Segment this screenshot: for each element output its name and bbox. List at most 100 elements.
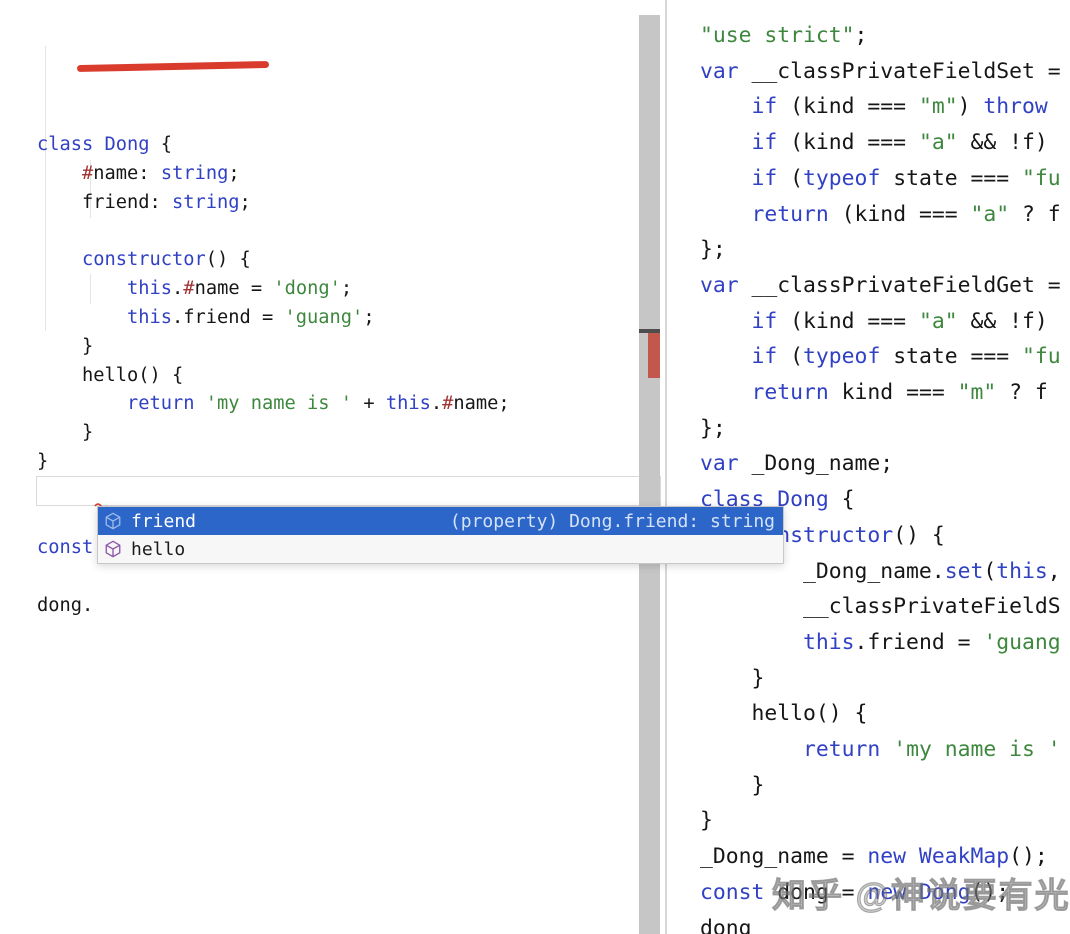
code-token: "a" — [918, 308, 958, 334]
suggest-widget: friend (property) Dong.friend: string he… — [97, 506, 784, 564]
code-token: ? f — [996, 380, 1048, 406]
compiled-js-editor-pane[interactable]: "use strict"; var __classPrivateFieldSet … — [666, 0, 1070, 934]
code-token: ; — [854, 23, 868, 48]
code-token: () { — [205, 249, 251, 271]
code-line: } — [37, 333, 639, 362]
code-token: dong — [700, 915, 752, 934]
code-token: .friend = — [172, 306, 285, 328]
code-token: ? f — [1009, 201, 1061, 227]
code-token: hello() { — [37, 364, 184, 386]
code-token: ) — [957, 94, 984, 120]
code-token: 'my name is ' — [205, 393, 353, 415]
code-token: : — [138, 162, 161, 184]
code-token: { — [149, 134, 173, 156]
code-token: ; — [239, 191, 251, 213]
code-token: typeof — [803, 165, 881, 191]
code-token: }; — [700, 415, 726, 441]
code-token: if — [751, 308, 778, 334]
code-line: "use strict"; — [700, 18, 1070, 54]
code-token: "a" — [918, 130, 958, 156]
code-token: && !f) — [957, 308, 1048, 334]
code-token: ( — [777, 165, 804, 191]
suggest-label: friend — [131, 510, 197, 532]
code-token: } — [700, 772, 765, 798]
code-token: "fu — [1022, 344, 1061, 370]
code-token: (kind === — [777, 308, 919, 334]
suggest-item-friend[interactable]: friend (property) Dong.friend: string — [98, 507, 783, 535]
code-token: var — [700, 58, 739, 84]
code-token: && !f) — [957, 130, 1048, 156]
code-line: this.#name = 'dong'; — [37, 275, 639, 304]
code-token: # — [442, 393, 454, 415]
code-token: new Dong — [867, 879, 971, 905]
code-token: friend: — [37, 191, 173, 213]
code-line: friend: string; — [37, 189, 639, 218]
code-token: 'guang' — [284, 306, 364, 328]
field-icon — [104, 512, 122, 530]
code-token: return — [751, 201, 829, 227]
code-token: ; — [363, 306, 375, 328]
code-token: () { — [893, 522, 945, 548]
code-token: this — [127, 278, 173, 300]
code-token: typeof — [803, 344, 881, 370]
code-line: this.friend = 'guang'; — [37, 304, 639, 333]
typescript-editor-pane[interactable]: class Dong { #name: string; friend: stri… — [0, 0, 639, 934]
code-token: = — [239, 278, 274, 300]
editor-scrollbar[interactable] — [639, 15, 660, 934]
code-token: name — [194, 278, 240, 300]
code-token: if — [751, 94, 778, 120]
code-line: if (typeof state === "fu — [700, 339, 1070, 375]
suggest-label: hello — [131, 538, 186, 560]
code-line: return kind === "m" ? f — [700, 375, 1070, 411]
code-token: return — [751, 380, 829, 406]
code-token: class Dong — [37, 134, 150, 156]
code-token: (kind === — [828, 201, 971, 227]
scrollbar-error-marker — [648, 333, 660, 378]
code-token: (); — [1009, 844, 1048, 870]
code-token: (kind === — [777, 130, 919, 156]
code-token: # — [183, 278, 195, 300]
code-token: this — [996, 558, 1048, 584]
suggest-item-hello[interactable]: hello — [98, 535, 783, 563]
code-token: # — [82, 162, 94, 184]
code-token: } — [37, 422, 94, 444]
code-token: }; — [700, 237, 726, 263]
code-token: return — [803, 737, 881, 763]
code-token: __classPrivateFieldGet = — [738, 272, 1061, 298]
code-line: return (kind === "a" ? f — [700, 197, 1070, 233]
code-token: new WeakMap — [867, 844, 1010, 870]
code-token: } — [700, 808, 713, 834]
code-token: if — [751, 130, 778, 156]
code-token: __classPrivateFieldS — [700, 594, 1061, 620]
code-line: if (kind === "a" && !f) — [700, 125, 1070, 161]
code-line: __classPrivateFieldS — [700, 589, 1070, 625]
code-token: state === — [880, 344, 1022, 370]
code-token: dong. — [37, 594, 94, 616]
code-token: this — [385, 393, 431, 415]
code-line: } — [700, 661, 1070, 697]
code-token: (kind === — [777, 94, 919, 120]
suggest-detail: (property) Dong.friend: string — [449, 510, 775, 532]
code-token: this — [127, 306, 173, 328]
code-token: set — [944, 558, 984, 584]
code-token: . — [172, 278, 184, 300]
code-token: __classPrivateFieldSet = — [738, 58, 1061, 84]
code-line: } — [37, 448, 639, 477]
code-token: .friend = — [854, 629, 984, 655]
code-line: var _Dong_name; — [700, 446, 1070, 482]
code-line: #name: string; — [37, 160, 639, 189]
code-line: dong. — [37, 592, 639, 621]
